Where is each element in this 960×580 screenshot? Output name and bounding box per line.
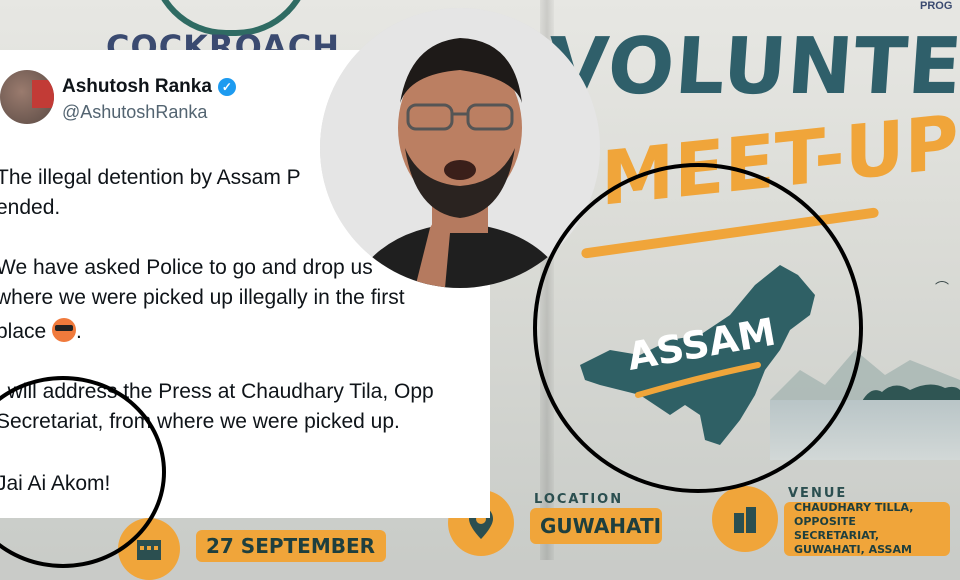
bird-icon: ⌒ bbox=[935, 280, 949, 296]
annotation-circle bbox=[533, 163, 863, 493]
tweet-text-segment: . bbox=[76, 320, 82, 343]
date-value: 27 SEPTEMBER bbox=[196, 530, 386, 562]
tweet-text-segment: place bbox=[0, 320, 47, 343]
sunglasses-emoji-icon bbox=[52, 318, 77, 342]
location-label: LOCATION bbox=[534, 492, 624, 507]
author-name[interactable]: Ashutosh Ranka bbox=[62, 76, 212, 98]
building-icon bbox=[712, 486, 778, 552]
tweet-text-line: ended. bbox=[0, 196, 61, 219]
program-label: PROG bbox=[920, 0, 953, 12]
venue-label: VENUE bbox=[788, 486, 848, 501]
location-value: GUWAHATI bbox=[530, 508, 662, 544]
tweet-text-line-with-emoji: place . bbox=[0, 318, 82, 344]
venue-line-1: CHAUDHARY TILLA, bbox=[794, 501, 914, 514]
author-name-row[interactable]: Ashutosh Ranka ✓ bbox=[62, 76, 236, 98]
tweet-text-line: The illegal detention by Assam P bbox=[0, 166, 301, 189]
verified-badge-icon: ✓ bbox=[217, 78, 236, 96]
author-handle[interactable]: @AshutoshRanka bbox=[62, 102, 207, 123]
author-avatar[interactable] bbox=[0, 70, 54, 124]
venue-line-2: OPPOSITE SECRETARIAT, bbox=[794, 515, 879, 542]
tweet-text-line: where we were picked up illegally in the… bbox=[0, 286, 405, 309]
tweet-text-line: We have asked Police to go and drop us bbox=[0, 256, 373, 279]
headline-volunteer: VOLUNTEER bbox=[544, 22, 960, 112]
venue-value: CHAUDHARY TILLA, OPPOSITE SECRETARIAT, G… bbox=[784, 501, 950, 556]
venue-line-3: GUWAHATI, ASSAM bbox=[794, 543, 912, 556]
